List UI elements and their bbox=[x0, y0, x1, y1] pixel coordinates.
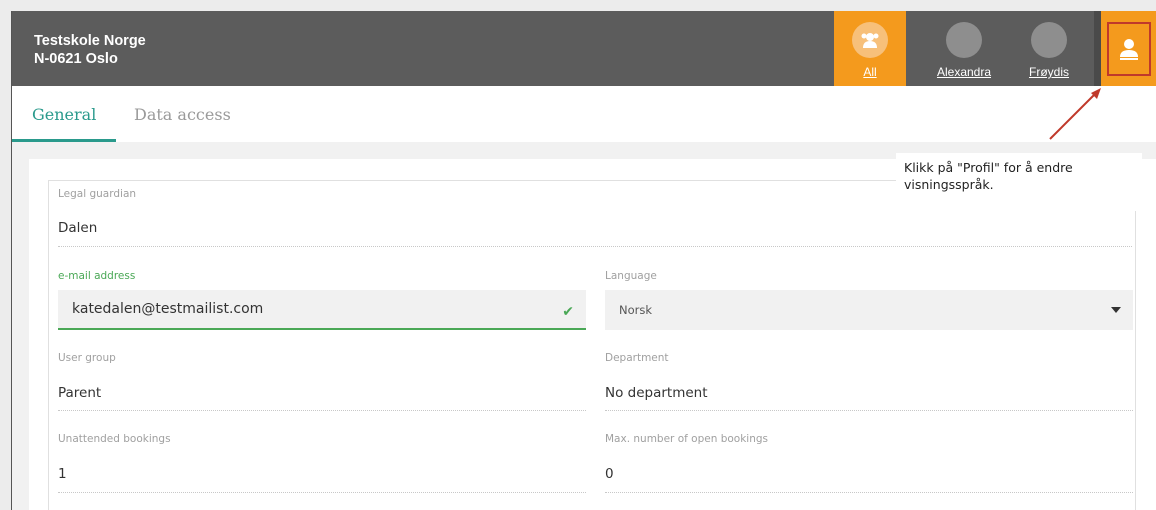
profile-highlight bbox=[1107, 22, 1151, 76]
content-panel: Legal guardian Dalen e-mail address kate… bbox=[29, 159, 1156, 510]
department-value: No department bbox=[605, 385, 708, 401]
profile-button[interactable] bbox=[1101, 11, 1156, 86]
field-underline bbox=[58, 246, 1132, 247]
tab-general[interactable]: General bbox=[32, 105, 96, 124]
help-callout: Klikk på "Profil" for å endre visningssp… bbox=[896, 153, 1142, 211]
max-open-bookings-field[interactable]: Max. number of open bookings 0 bbox=[605, 433, 1133, 493]
chevron-down-icon bbox=[1111, 307, 1121, 313]
person-icon bbox=[1120, 39, 1138, 60]
app-window: Testskole Norge N-0621 Oslo All Alexandr… bbox=[11, 11, 1156, 510]
user-group-field[interactable]: User group Parent bbox=[58, 352, 586, 412]
profile-form: Legal guardian Dalen e-mail address kate… bbox=[48, 180, 1136, 510]
email-field[interactable]: e-mail address katedalen@testmailist.com… bbox=[58, 270, 586, 332]
language-field[interactable]: Language Norsk bbox=[605, 270, 1133, 332]
tab-data-access[interactable]: Data access bbox=[134, 105, 231, 124]
group-icon bbox=[852, 22, 888, 58]
field-label: User group bbox=[58, 352, 116, 364]
max-open-bookings-value: 0 bbox=[605, 466, 614, 482]
school-name: Testskole Norge bbox=[34, 33, 146, 49]
top-bar: Testskole Norge N-0621 Oslo All Alexandr… bbox=[12, 11, 1156, 86]
check-icon: ✔ bbox=[562, 304, 574, 320]
language-select[interactable]: Norsk bbox=[605, 290, 1133, 330]
avatar-placeholder-icon bbox=[946, 22, 982, 58]
user-filter-all[interactable]: All bbox=[834, 11, 906, 86]
email-input[interactable]: katedalen@testmailist.com ✔ bbox=[58, 290, 586, 330]
field-label: e-mail address bbox=[58, 270, 136, 282]
header-divider bbox=[1094, 11, 1101, 86]
language-value: Norsk bbox=[619, 303, 653, 317]
user-group-value: Parent bbox=[58, 385, 102, 401]
active-tab-indicator bbox=[12, 139, 116, 142]
field-underline bbox=[605, 410, 1133, 411]
legal-guardian-value: Dalen bbox=[58, 220, 98, 236]
user-filter-froydis[interactable]: Frøydis bbox=[1015, 11, 1083, 86]
user-filter-label: Frøydis bbox=[1029, 65, 1069, 79]
field-underline bbox=[58, 492, 586, 493]
user-filter-label: Alexandra bbox=[936, 65, 992, 79]
field-label: Department bbox=[605, 352, 669, 364]
field-label: Language bbox=[605, 270, 657, 282]
user-filter-alexandra[interactable]: Alexandra bbox=[923, 11, 1005, 86]
field-underline bbox=[605, 492, 1133, 493]
unattended-bookings-field[interactable]: Unattended bookings 1 bbox=[58, 433, 586, 493]
field-label: Unattended bookings bbox=[58, 433, 171, 445]
user-filter-label: All bbox=[863, 65, 877, 79]
avatar-placeholder-icon bbox=[1031, 22, 1067, 58]
email-value: katedalen@testmailist.com bbox=[72, 301, 264, 317]
school-address: N-0621 Oslo bbox=[34, 51, 118, 67]
department-field[interactable]: Department No department bbox=[605, 352, 1133, 412]
field-label: Max. number of open bookings bbox=[605, 433, 769, 445]
tab-bar: General Data access bbox=[12, 86, 1156, 142]
unattended-bookings-value: 1 bbox=[58, 466, 67, 482]
field-underline bbox=[58, 410, 586, 411]
school-info: Testskole Norge N-0621 Oslo bbox=[34, 32, 146, 68]
